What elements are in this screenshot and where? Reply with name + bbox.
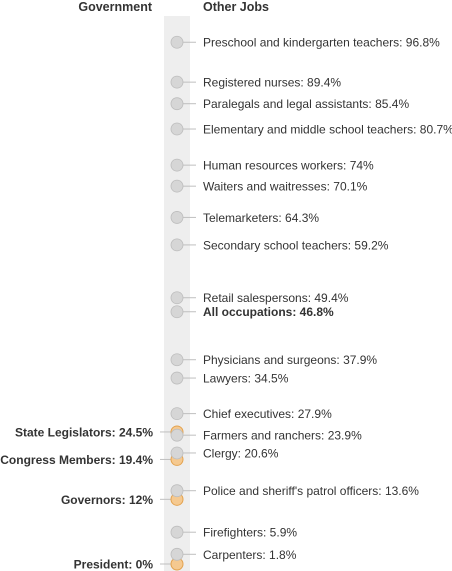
job-point-lawyers	[170, 371, 184, 385]
gov-label-state-legislators: State Legislators: 24.5%	[15, 425, 153, 439]
job-label-physicians-and-surgeons: Physicians and surgeons: 37.9%	[203, 353, 377, 367]
job-label-carpenters: Carpenters: 1.8%	[203, 548, 297, 562]
job-label-retail-salespersons: Retail salespersons: 49.4%	[203, 291, 349, 305]
job-point-police-and-sheriff-s-patrol-officers	[170, 484, 184, 498]
job-point-farmers-and-ranchers	[170, 428, 184, 442]
job-label-firefighters: Firefighters: 5.9%	[203, 526, 297, 540]
job-label-telemarketers: Telemarketers: 64.3%	[203, 211, 319, 225]
job-label-all-occupations: All occupations: 46.8%	[203, 305, 334, 319]
job-label-chief-executives: Chief executives: 27.9%	[203, 407, 332, 421]
job-point-retail-salespersons	[170, 291, 184, 305]
job-point-all-occupations	[170, 305, 184, 319]
gov-label-congress-members: Congress Members: 19.4%	[0, 453, 153, 467]
job-point-physicians-and-surgeons	[170, 353, 184, 367]
job-label-waiters-and-waitresses: Waiters and waitresses: 70.1%	[203, 180, 368, 194]
gov-label-governors: Governors: 12%	[61, 493, 153, 507]
job-point-chief-executives	[170, 407, 184, 421]
job-point-carpenters	[170, 547, 184, 561]
job-point-firefighters	[170, 525, 184, 539]
job-label-registered-nurses: Registered nurses: 89.4%	[203, 76, 341, 90]
job-point-clergy	[170, 446, 184, 460]
job-point-telemarketers	[170, 211, 184, 224]
gov-label-president: President: 0%	[74, 558, 154, 571]
job-label-preschool-and-kindergarten-teachers: Preschool and kindergarten teachers: 96.…	[203, 36, 440, 50]
job-point-preschool-and-kindergarten-teachers	[170, 35, 184, 49]
job-label-human-resources-workers: Human resources workers: 74%	[203, 159, 374, 173]
job-label-elementary-and-middle-school-teachers: Elementary and middle school teachers: 8…	[203, 123, 452, 137]
job-point-human-resources-workers	[170, 158, 184, 172]
job-point-paralegals-and-legal-assistants	[170, 97, 184, 111]
job-label-paralegals-and-legal-assistants: Paralegals and legal assistants: 85.4%	[203, 97, 409, 111]
job-point-secondary-school-teachers	[170, 238, 184, 252]
job-label-lawyers: Lawyers: 34.5%	[203, 372, 289, 386]
dot-chart: State Legislators: 24.5% Congress Members…	[0, 16, 452, 571]
job-point-waiters-and-waitresses	[170, 179, 184, 193]
job-label-farmers-and-ranchers: Farmers and ranchers: 23.9%	[203, 429, 362, 443]
job-point-registered-nurses	[170, 75, 184, 89]
job-label-police-and-sheriff-s-patrol-officers: Police and sheriff's patrol officers: 13…	[203, 484, 419, 498]
job-point-elementary-and-middle-school-teachers	[170, 122, 184, 136]
job-label-secondary-school-teachers: Secondary school teachers: 59.2%	[203, 238, 389, 252]
job-label-clergy: Clergy: 20.6%	[203, 446, 279, 460]
